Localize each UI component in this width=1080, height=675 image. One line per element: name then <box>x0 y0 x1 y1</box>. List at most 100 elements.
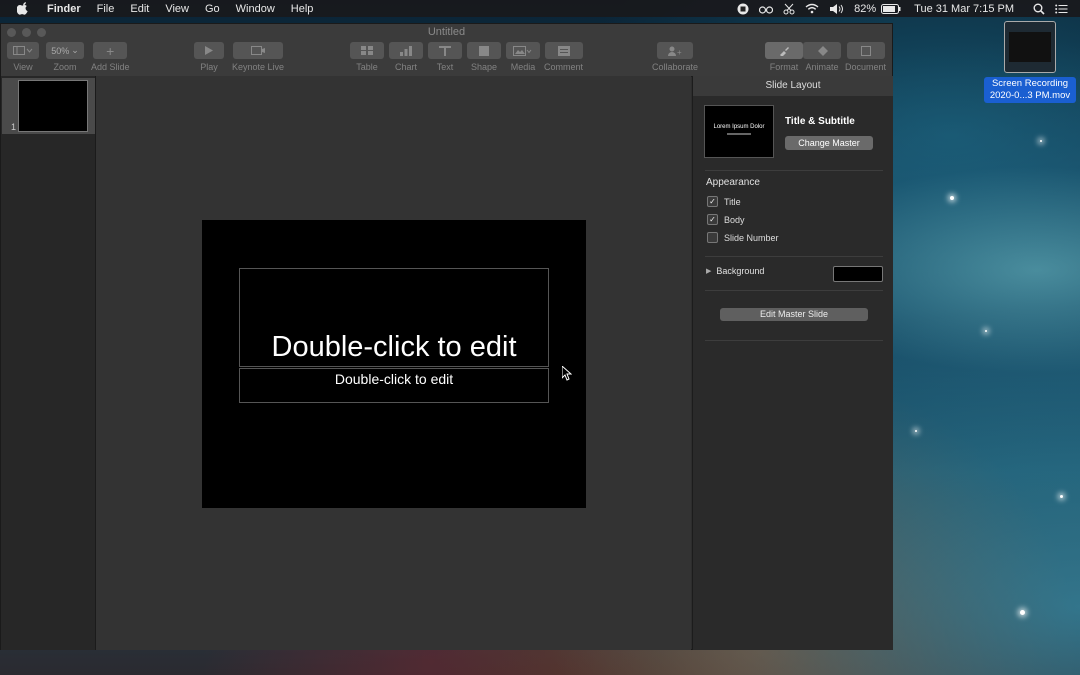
keynote-live-button[interactable]: Keynote Live <box>232 42 284 72</box>
menu-view[interactable]: View <box>165 3 189 15</box>
document-label: Document <box>845 62 887 72</box>
text-button[interactable]: Text <box>428 42 462 72</box>
slide-number-checkbox-label: Slide Number <box>724 232 779 243</box>
menubar-clock[interactable]: Tue 31 Mar 7:15 PM <box>914 3 1014 15</box>
media-button[interactable]: Media <box>506 42 540 72</box>
battery-percent: 82% <box>854 2 877 15</box>
view-label: View <box>13 62 33 72</box>
subtitle-placeholder-box[interactable]: Double-click to edit <box>239 368 549 403</box>
menu-help[interactable]: Help <box>291 3 314 15</box>
document-button[interactable]: Document <box>845 42 886 72</box>
menu-go[interactable]: Go <box>205 3 220 15</box>
chart-label: Chart <box>394 62 417 72</box>
divider <box>705 340 883 341</box>
play-icon <box>194 42 224 59</box>
wallpaper-star <box>915 430 917 432</box>
title-placeholder-box[interactable]: Double-click to edit <box>239 268 549 367</box>
play-label: Play <box>200 62 218 72</box>
shape-label: Shape <box>470 62 498 72</box>
wallpaper-star <box>1060 495 1063 498</box>
subtitle-placeholder-text[interactable]: Double-click to edit <box>240 371 548 387</box>
keynote-live-icon <box>233 42 284 59</box>
menu-file[interactable]: File <box>97 3 115 15</box>
collaborate-icon: + <box>657 42 694 59</box>
glasses-icon[interactable] <box>759 4 774 14</box>
chart-button[interactable]: Chart <box>389 42 423 72</box>
layout-name: Title & Subtitle <box>785 116 855 127</box>
format-button[interactable]: Format <box>765 42 803 72</box>
spotlight-icon[interactable] <box>1033 3 1045 15</box>
keynote-window: Untitled View 50% ⌄ Zoom + Add Slide Play… <box>0 23 893 650</box>
chevron-down-icon: ⌄ <box>71 45 79 55</box>
desktop-file-caption-line2: 2020-0...3 PM.mov <box>989 90 1071 101</box>
slide-thumbnail-number: 1 <box>11 122 17 132</box>
menu-bar: Finder File Edit View Go Window Help 82%… <box>0 0 1080 17</box>
animate-label: Animate <box>805 62 839 72</box>
desktop-file-screen-recording[interactable]: Screen Recording 2020-0...3 PM.mov <box>984 21 1076 103</box>
inspector-panel: Slide Layout Lorem Ipsum Dolor Title & S… <box>692 76 893 650</box>
wifi-icon[interactable] <box>805 3 819 14</box>
table-button[interactable]: Table <box>350 42 384 72</box>
movie-file-icon <box>1004 21 1056 73</box>
view-button[interactable]: View <box>7 42 39 72</box>
add-slide-label: Add Slide <box>91 62 130 72</box>
sidebar-view-icon <box>7 42 39 59</box>
add-slide-button[interactable]: + Add Slide <box>91 42 130 72</box>
slide-canvas: Double-click to edit Double-click to edi… <box>96 76 691 650</box>
plus-icon: + <box>93 42 128 59</box>
media-label: Media <box>510 62 536 72</box>
wallpaper-star <box>950 196 954 200</box>
zoom-dropdown[interactable]: 50% ⌄ Zoom <box>46 42 84 72</box>
body-checkbox[interactable]: ✓ Body <box>707 214 745 225</box>
change-master-button[interactable]: Change Master <box>785 136 873 150</box>
scissors-icon[interactable] <box>783 3 795 15</box>
chart-icon <box>389 42 423 59</box>
title-checkbox[interactable]: ✓ Title <box>707 196 741 207</box>
media-icon <box>506 42 540 59</box>
body-checkbox-label: Body <box>724 214 745 225</box>
inspector-header: Slide Layout <box>693 76 893 96</box>
battery-icon[interactable] <box>881 3 901 14</box>
appearance-heading: Appearance <box>706 177 760 188</box>
window-title: Untitled <box>427 26 466 38</box>
document-icon <box>846 42 885 59</box>
menu-edit[interactable]: Edit <box>130 3 149 15</box>
disclosure-triangle-icon: ▶ <box>706 268 712 275</box>
table-label: Table <box>356 62 378 72</box>
background-disclosure[interactable]: ▶ Background <box>706 266 764 276</box>
table-icon <box>350 42 384 59</box>
text-box-icon <box>428 42 462 59</box>
comment-button[interactable]: Comment <box>544 42 583 72</box>
collaborate-button[interactable]: + Collaborate <box>652 42 698 72</box>
screen-record-stop-icon[interactable] <box>737 3 749 15</box>
title-placeholder-text[interactable]: Double-click to edit <box>240 331 548 364</box>
master-slide-preview[interactable]: Lorem Ipsum Dolor <box>704 105 774 158</box>
checkmark-icon: ✓ <box>707 214 718 225</box>
divider <box>705 256 883 257</box>
wallpaper-star <box>1040 140 1042 142</box>
paintbrush-icon <box>765 42 803 59</box>
text-label: Text <box>436 62 454 72</box>
desktop-file-caption: Screen Recording 2020-0...3 PM.mov <box>984 77 1076 103</box>
master-preview-subtitle-line <box>727 133 751 135</box>
slide[interactable]: Double-click to edit Double-click to edi… <box>202 220 586 508</box>
desktop-file-caption-line1: Screen Recording <box>991 78 1069 89</box>
play-button[interactable]: Play <box>194 42 224 72</box>
menu-app-name[interactable]: Finder <box>47 3 81 15</box>
shape-icon <box>467 42 501 59</box>
edit-master-slide-button[interactable]: Edit Master Slide <box>720 308 868 321</box>
zoom-label: Zoom <box>53 62 77 72</box>
notification-center-icon[interactable] <box>1055 4 1068 14</box>
svg-text:+: + <box>677 48 682 56</box>
slide-thumbnail[interactable] <box>18 80 88 132</box>
apple-menu-icon[interactable] <box>16 2 30 16</box>
shape-button[interactable]: Shape <box>467 42 501 72</box>
slide-number-checkbox[interactable]: Slide Number <box>707 232 779 243</box>
title-checkbox-label: Title <box>724 196 741 207</box>
comment-label: Comment <box>544 62 584 72</box>
background-color-well[interactable] <box>833 266 883 282</box>
volume-icon[interactable] <box>829 3 844 15</box>
animate-button[interactable]: Animate <box>803 42 841 72</box>
menu-window[interactable]: Window <box>236 3 275 15</box>
keynote-live-label: Keynote Live <box>232 62 285 72</box>
